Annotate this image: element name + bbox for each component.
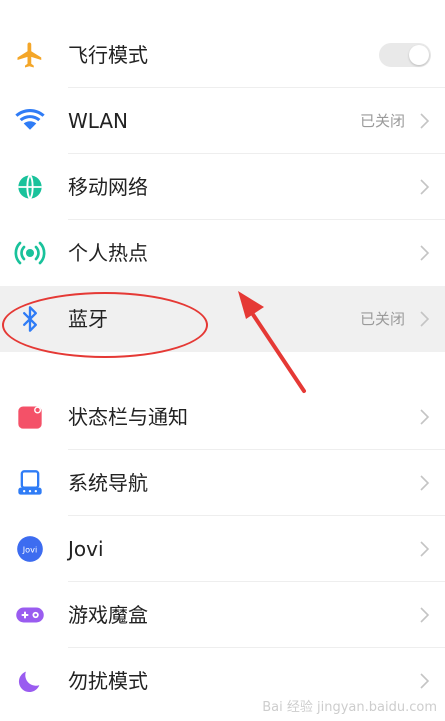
notification-icon bbox=[14, 401, 46, 433]
settings-row-label: 状态栏与通知 bbox=[68, 405, 188, 429]
chevron-right-icon bbox=[420, 475, 430, 491]
chevron-right-icon bbox=[420, 607, 430, 623]
game-box-icon bbox=[14, 599, 46, 631]
settings-row-label: 个人热点 bbox=[68, 241, 148, 265]
toggle-knob bbox=[409, 45, 429, 65]
settings-row-mobile-network[interactable]: 移动网络 bbox=[0, 154, 445, 220]
hotspot-icon bbox=[14, 237, 46, 269]
settings-row-label: Jovi bbox=[68, 537, 104, 561]
settings-row-label: 勿扰模式 bbox=[68, 669, 148, 693]
chevron-right-icon bbox=[420, 113, 430, 129]
status-value: 已关闭 bbox=[359, 112, 405, 130]
settings-row-jovi[interactable]: Jovi Jovi bbox=[0, 516, 445, 582]
settings-row-label: 飞行模式 bbox=[68, 43, 148, 67]
settings-row-label: 游戏魔盒 bbox=[68, 603, 148, 627]
status-value: 已关闭 bbox=[359, 310, 405, 328]
settings-row-game-box[interactable]: 游戏魔盒 bbox=[0, 582, 445, 648]
chevron-right-icon bbox=[420, 541, 430, 557]
chevron-right-icon bbox=[420, 409, 430, 425]
settings-row-hotspot[interactable]: 个人热点 bbox=[0, 220, 445, 286]
annotation-arrow-icon bbox=[238, 291, 306, 393]
wifi-icon bbox=[14, 105, 46, 137]
moon-icon bbox=[14, 665, 46, 697]
settings-row-label: 移动网络 bbox=[68, 175, 148, 199]
chevron-right-icon bbox=[420, 179, 430, 195]
airplane-icon bbox=[14, 39, 46, 71]
settings-row-label: WLAN bbox=[68, 109, 129, 133]
annotation-oval bbox=[2, 292, 208, 358]
chevron-right-icon bbox=[420, 673, 430, 689]
navigation-icon bbox=[14, 467, 46, 499]
settings-row-airplane-mode[interactable]: 飞行模式 bbox=[0, 22, 445, 88]
settings-row-label: 系统导航 bbox=[68, 471, 148, 495]
jovi-icon: Jovi bbox=[14, 533, 46, 565]
settings-row-system-navigation[interactable]: 系统导航 bbox=[0, 450, 445, 516]
chevron-right-icon bbox=[420, 245, 430, 261]
settings-row-status-bar-notifications[interactable]: 状态栏与通知 bbox=[0, 384, 445, 450]
watermark: Bai 经验 jingyan.baidu.com bbox=[262, 700, 437, 715]
jovi-icon-text: Jovi bbox=[22, 544, 38, 554]
globe-icon bbox=[14, 171, 46, 203]
chevron-right-icon bbox=[420, 311, 430, 327]
airplane-mode-toggle[interactable] bbox=[379, 43, 431, 67]
settings-row-wlan[interactable]: WLAN 已关闭 bbox=[0, 88, 445, 154]
